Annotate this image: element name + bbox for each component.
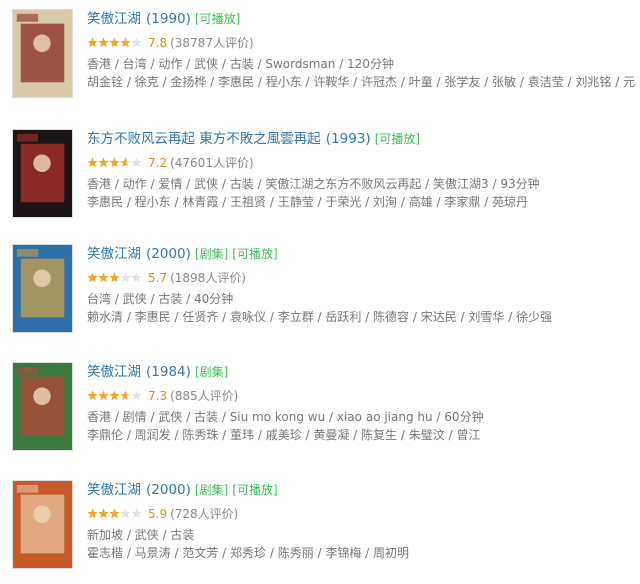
poster-figure (20, 258, 65, 318)
rating-score: 5.7 (148, 271, 168, 285)
movie-poster[interactable] (12, 480, 73, 569)
poster-face (33, 34, 51, 53)
movie-title-link[interactable]: 笑傲江湖 (87, 482, 141, 498)
poster-title-block (16, 248, 39, 257)
rating-count: (38787人评价) (170, 36, 254, 50)
list-item: 笑傲江湖 (1990) 可播放 7.8(38787人评价) 香港 / 台湾 / 动作… (0, 9, 640, 113)
movie-title-link[interactable]: 东方不败风云再起 東方不敗之風雲再起 (87, 131, 321, 147)
movie-info: 香港 / 剧情 / 武侠 / 古装 / Siu mo kong wu / xia… (87, 410, 484, 424)
poster-face (33, 154, 51, 173)
list-item: 笑傲江湖 (2000) 剧集可播放 5.9(728人评价) 新加坡 / 武侠 / 古… (0, 480, 640, 584)
rating-count: (885人评价) (170, 389, 239, 403)
rating-count: (728人评价) (170, 507, 239, 521)
movie-title-link[interactable]: 笑傲江湖 (87, 11, 141, 27)
movie-poster[interactable] (12, 244, 73, 333)
rating-count: (47601人评价) (170, 156, 254, 170)
movie-year: (2000) (146, 482, 191, 498)
movie-cast: 胡金铨 / 徐克 / 金扬桦 / 李惠民 / 程小东 / 许鞍华 / 许冠杰 /… (87, 75, 636, 89)
playable-tag: 可播放 (232, 483, 277, 497)
rating-score: 7.8 (148, 36, 168, 50)
movie-info: 香港 / 动作 / 爱情 / 武侠 / 古装 / 笑傲江湖之东方不败风云再起 /… (87, 177, 540, 191)
movie-cast: 李惠民 / 程小东 / 林青霞 / 王祖贤 / 王静莹 / 于荣光 / 刘洵 /… (87, 195, 529, 209)
movie-cast: 赖水清 / 李惠民 / 任贤齐 / 袁咏仪 / 李立群 / 岳跃利 / 陈德容 … (87, 310, 553, 324)
movie-poster[interactable] (12, 129, 73, 218)
poster-figure (20, 143, 65, 203)
poster-title-block (16, 133, 39, 142)
poster-face (33, 505, 51, 524)
movie-poster[interactable] (12, 362, 73, 451)
poster-figure (20, 23, 65, 83)
rating-count: (1898人评价) (170, 271, 246, 285)
movie-cast: 李鼎伦 / 周润发 / 陈秀珠 / 董玮 / 戚美珍 / 黄曼凝 / 陈复生 /… (87, 428, 481, 442)
poster-face (33, 269, 51, 288)
star-rating-icon (87, 508, 142, 519)
movie-year: (1984) (146, 364, 191, 380)
movie-info: 香港 / 台湾 / 动作 / 武侠 / 古装 / Swordsman / 120… (87, 57, 394, 71)
star-rating-icon (87, 390, 142, 401)
series-tag: 剧集 (195, 483, 228, 497)
poster-title-block (16, 366, 39, 375)
poster-figure (20, 376, 65, 436)
list-item: 笑傲江湖 (1984) 剧集 7.3(885人评价) 香港 / 剧情 / 武侠 / … (0, 362, 640, 466)
playable-tag: 可播放 (375, 132, 420, 146)
series-tag: 剧集 (195, 247, 228, 261)
rating-score: 7.3 (148, 389, 168, 403)
rating-score: 5.9 (148, 507, 168, 521)
movie-year: (1990) (146, 11, 191, 27)
star-rating-icon (87, 37, 142, 48)
playable-tag: 可播放 (232, 247, 277, 261)
poster-title-block (16, 13, 39, 22)
poster-title-block (16, 484, 39, 493)
movie-poster[interactable] (12, 9, 73, 98)
poster-figure (20, 494, 65, 554)
movie-info: 新加坡 / 武侠 / 古装 (87, 528, 195, 542)
movie-year: (1993) (325, 131, 371, 147)
movie-year: (2000) (146, 246, 191, 262)
series-tag: 剧集 (195, 365, 228, 379)
star-rating-icon (87, 272, 142, 283)
rating-score: 7.2 (148, 156, 168, 170)
movie-title-link[interactable]: 笑傲江湖 (87, 246, 141, 262)
playable-tag: 可播放 (195, 12, 240, 26)
movie-cast: 霍志楷 / 马景涛 / 范文芳 / 郑秀珍 / 陈秀丽 / 李锦梅 / 周初明 (87, 546, 410, 560)
movie-title-link[interactable]: 笑傲江湖 (87, 364, 141, 380)
poster-face (33, 387, 51, 406)
list-item: 笑傲江湖 (2000) 剧集可播放 5.7(1898人评价) 台湾 / 武侠 / 古… (0, 244, 640, 348)
movie-info: 台湾 / 武侠 / 古装 / 40分钟 (87, 292, 234, 306)
list-item: 东方不败风云再起 東方不敗之風雲再起(1993) 可播放 7.2(47601人评价… (0, 129, 640, 233)
star-rating-icon (87, 157, 142, 168)
result-list: 笑傲江湖 (1990) 可播放 7.8(38787人评价) 香港 / 台湾 / 动作… (0, 0, 640, 579)
